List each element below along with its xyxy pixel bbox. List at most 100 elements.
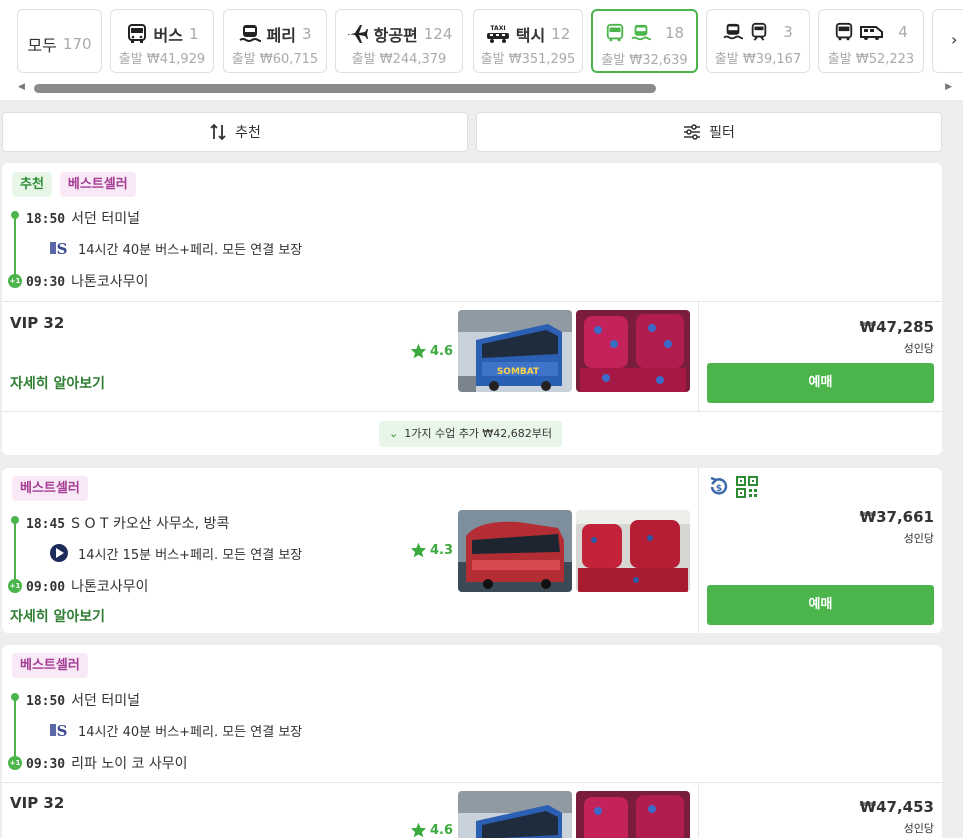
departure-time: 18:45 — [26, 517, 66, 532]
tab-ferry[interactable]: 페리 3 출발 ₩60,715 — [223, 9, 327, 73]
scroll-right-icon[interactable]: ▶ — [945, 82, 952, 92]
route-duration: 14시간 15분 버스+페리. 모든 연결 보장 — [78, 547, 303, 563]
chevron-right-icon: › — [951, 30, 958, 49]
star-icon — [410, 343, 427, 359]
filter-label: 필터 — [709, 125, 735, 141]
svg-text:S: S — [57, 722, 68, 740]
divider — [2, 301, 942, 302]
bestseller-badge: 베스트셀러 — [12, 653, 88, 678]
tab-price: 출발 ₩351,295 — [480, 52, 576, 67]
price: ₩47,285 — [859, 318, 934, 336]
departure-place: 서던 터미널 — [71, 211, 140, 227]
tab-count: 124 — [423, 25, 453, 43]
bestseller-badge: 베스트셀러 — [12, 476, 88, 501]
route-line — [14, 697, 16, 763]
next-day-icon: +1 — [8, 579, 22, 593]
chevron-down-icon: ⌄ — [389, 427, 399, 440]
seat-photo[interactable] — [576, 510, 690, 592]
arrival-time: 09:00 — [26, 580, 66, 595]
result-card: 베스트셀러 +1 18:45 S O T 카오산 사무소, 방콕 14시간 15분… — [2, 468, 942, 633]
route-timeline: +1 18:45 S O T 카오산 사무소, 방콕 14시간 15분 버스+페리… — [8, 513, 428, 596]
arrival-stop: 09:30 나톤코사무이 — [26, 271, 148, 291]
arrival-place: 리파 노이 코 사무이 — [71, 756, 188, 772]
bus-icon — [836, 22, 853, 41]
more-info-link[interactable]: 자세히 알아보기 — [10, 606, 105, 626]
more-classes-label: 1가지 수업 추가 ₩42,682부터 — [404, 427, 553, 440]
route-info: 14시간 15분 버스+페리. 모든 연결 보장 — [48, 543, 302, 563]
bus-icon — [606, 23, 624, 42]
bestseller-badge: 베스트셀러 — [59, 172, 136, 197]
sort-label: 추천 — [235, 125, 261, 141]
rating-value: 4.6 — [430, 822, 454, 838]
arrival-time: 09:30 — [26, 757, 66, 772]
taxi-icon: TAXI — [486, 25, 509, 43]
refund-icon: $ — [710, 476, 728, 495]
route-line — [14, 520, 16, 586]
tab-bus[interactable]: 버스 1 출발 ₩41,929 — [110, 9, 214, 73]
next-day-icon: +1 — [8, 756, 22, 770]
book-button[interactable]: 예매 — [707, 585, 934, 625]
divider — [698, 782, 699, 838]
price: ₩37,661 — [859, 508, 934, 526]
ferry-icon — [631, 24, 651, 41]
tab-count: 12 — [551, 25, 571, 43]
tab-bus-van[interactable]: 4 출발 ₩52,223 — [818, 9, 924, 73]
departure-dot — [11, 211, 19, 219]
tab-count: 18 — [664, 24, 685, 42]
rating: 4.6 — [410, 343, 453, 359]
more-info-link[interactable]: 자세히 알아보기 — [10, 373, 105, 393]
arrival-stop: 09:00 나톤코사무이 — [26, 576, 148, 596]
airplane-icon — [347, 25, 368, 43]
bus-photo[interactable]: SOMBAT — [458, 310, 572, 392]
route-timeline: +1 18:50 서던 터미널 S 14시간 40분 버스+페리. 모든 연결 보… — [8, 208, 408, 291]
sort-button[interactable]: 추천 — [2, 112, 468, 152]
rating-value: 4.3 — [430, 542, 454, 558]
departure-time: 18:50 — [26, 212, 66, 227]
ferry-icon — [238, 25, 261, 42]
route-line — [14, 215, 16, 281]
svg-text:SOMBAT: SOMBAT — [497, 367, 540, 377]
tab-bus-ferry[interactable]: 18 출발 ₩32,639 — [591, 9, 698, 73]
scrollbar-thumb[interactable] — [34, 84, 656, 93]
tab-label: 항공편 — [373, 26, 418, 45]
tab-flight[interactable]: 항공편 124 출발 ₩244,379 — [335, 9, 463, 73]
tab-count: 1 — [188, 25, 199, 43]
route-duration: 14시간 40분 버스+페리. 모든 연결 보장 — [78, 242, 303, 258]
sort-icon — [210, 123, 226, 141]
tabs-scrollbar[interactable]: ◀ ▶ — [14, 80, 954, 94]
van-icon — [860, 26, 884, 40]
rating-value: 4.6 — [430, 343, 454, 359]
route-info: S 14시간 40분 버스+페리. 모든 연결 보장 — [48, 238, 302, 258]
bus-photo[interactable] — [458, 510, 572, 592]
departure-dot — [11, 516, 19, 524]
arrival-place: 나톤코사무이 — [71, 274, 149, 290]
route-duration: 14시간 40분 버스+페리. 모든 연결 보장 — [78, 724, 303, 740]
more-classes-button[interactable]: ⌄ 1가지 수업 추가 ₩42,682부터 — [379, 421, 563, 447]
tab-taxi[interactable]: TAXI 택시 12 출발 ₩351,295 — [473, 9, 583, 73]
bus-photo[interactable] — [458, 791, 572, 838]
tab-ferry-train[interactable]: 3 출발 ₩39,167 — [706, 9, 810, 73]
tab-count: 3 — [783, 23, 793, 41]
svg-text:TAXI: TAXI — [490, 25, 505, 32]
star-icon — [410, 542, 427, 558]
svg-text:S: S — [57, 240, 68, 258]
tab-count: 170 — [62, 35, 92, 53]
tab-count: 3 — [301, 25, 312, 43]
seat-photo[interactable] — [576, 791, 690, 838]
divider — [698, 301, 699, 411]
tabs-next-button[interactable]: › — [932, 9, 963, 73]
filter-button[interactable]: 필터 — [476, 112, 942, 152]
seat-photo[interactable] — [576, 310, 690, 392]
departure-stop: 18:45 S O T 카오산 사무소, 방콕 — [26, 513, 229, 533]
book-button[interactable]: 예매 — [707, 363, 934, 403]
bus-icon — [127, 24, 146, 43]
tab-label: 페리 — [266, 26, 296, 45]
arrival-place: 나톤코사무이 — [71, 579, 149, 595]
scroll-left-icon[interactable]: ◀ — [18, 82, 25, 92]
departure-stop: 18:50 서던 터미널 — [26, 690, 140, 710]
tab-all[interactable]: 모두 170 — [17, 9, 102, 73]
route-info: S 14시간 40분 버스+페리. 모든 연결 보장 — [48, 720, 302, 740]
price-unit: 성인당 — [903, 822, 934, 835]
departure-time: 18:50 — [26, 694, 66, 709]
tab-price: 출발 ₩244,379 — [351, 52, 447, 67]
